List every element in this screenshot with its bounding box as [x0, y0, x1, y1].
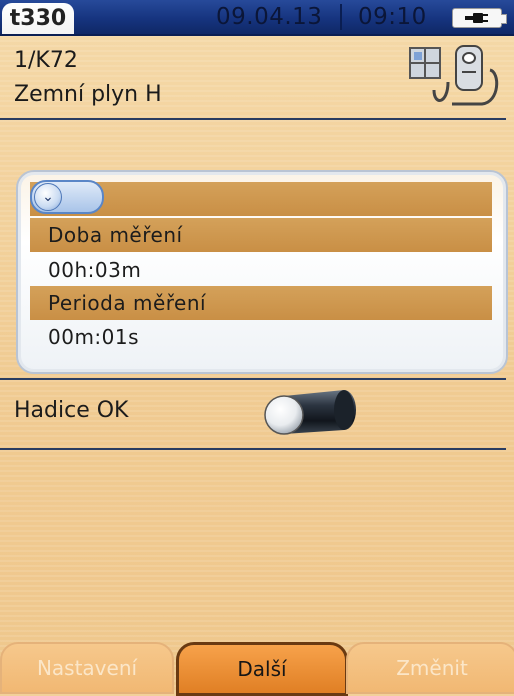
status-date: 09.04.13 [216, 4, 323, 30]
appliance-connection-icon [409, 45, 499, 106]
hose-divider [0, 448, 506, 450]
status-separator [340, 4, 342, 30]
screen: t330 09.04.13 09:10 1/K72 Zemní plyn H ⌄ [0, 0, 514, 696]
chevron-down-icon: ⌄ [34, 183, 62, 211]
measurement-period-value[interactable]: 00m:01s [48, 325, 139, 349]
measurement-period-label: Perioda měření [48, 291, 207, 315]
measurement-id: 1/K72 [14, 48, 78, 73]
change-button[interactable]: Změnit [346, 642, 514, 694]
next-button[interactable]: Další [176, 642, 348, 696]
battery-icon [452, 8, 507, 28]
settings-button[interactable]: Nastavení [0, 642, 174, 694]
header-divider [0, 118, 506, 120]
device-tab[interactable]: t330 [2, 3, 74, 34]
panel-divider [0, 378, 506, 380]
status-bar: t330 09.04.13 09:10 [0, 0, 514, 36]
plug-icon [465, 13, 488, 23]
fuel-type: Zemní plyn H [14, 82, 162, 107]
measurement-duration-value[interactable]: 00h:03m [48, 258, 141, 282]
panel-toggle[interactable]: ⌄ [30, 180, 104, 214]
status-time: 09:10 [358, 4, 427, 30]
hose-ok-label: Hadice OK [14, 398, 129, 423]
hose-ok-toggle[interactable] [262, 388, 360, 436]
measurement-duration-label: Doba měření [48, 223, 183, 247]
